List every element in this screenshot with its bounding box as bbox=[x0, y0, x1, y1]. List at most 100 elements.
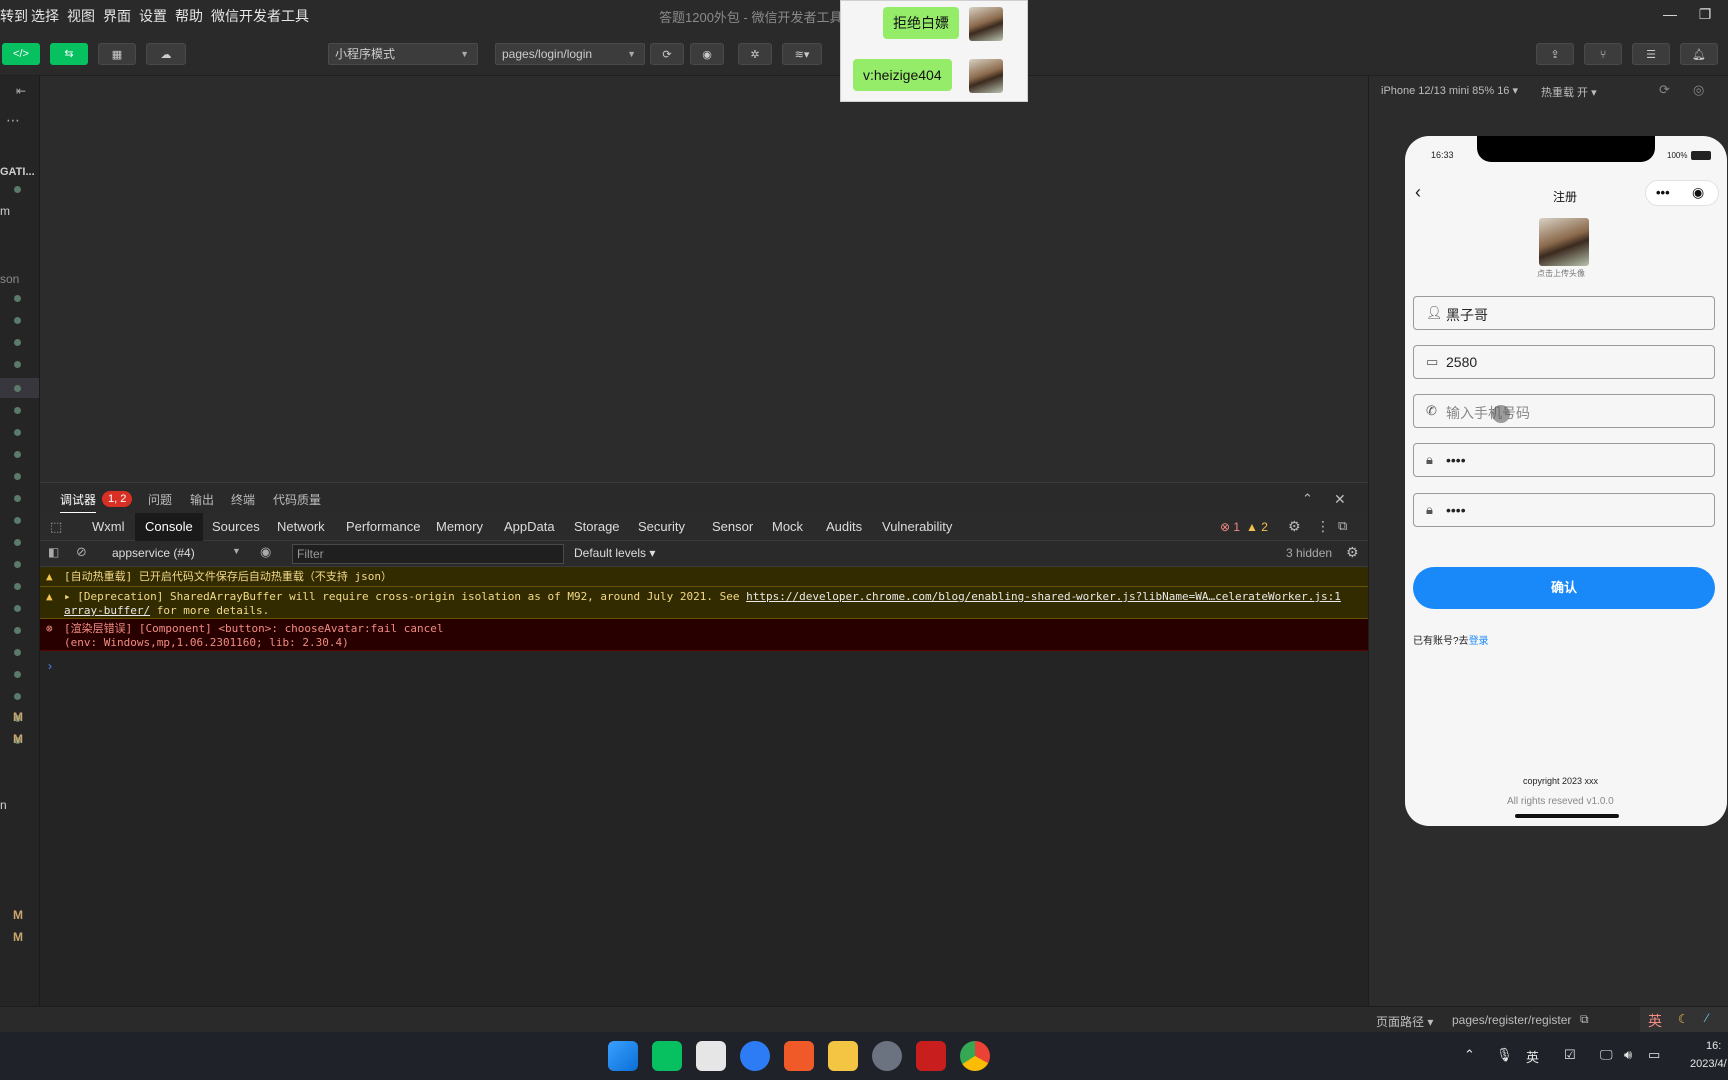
debug-button[interactable]: ✲ bbox=[738, 43, 772, 65]
collapse-sidebar-icon[interactable]: ⇤ bbox=[16, 84, 26, 98]
chat-app-icon[interactable] bbox=[696, 1041, 726, 1071]
minimize-icon[interactable]: — bbox=[1660, 4, 1680, 24]
refresh-button[interactable]: ⟳ bbox=[650, 43, 684, 65]
tab-sources[interactable]: Sources bbox=[202, 513, 270, 541]
menu-view[interactable]: 视图 bbox=[67, 6, 95, 26]
layout-button[interactable]: ▦ bbox=[98, 43, 136, 65]
chevron-up-icon[interactable]: ⌃ bbox=[1464, 1047, 1475, 1063]
more-dots-icon[interactable]: ••• bbox=[1656, 185, 1670, 200]
tab-audits[interactable]: Audits bbox=[816, 513, 872, 541]
hot-reload-toggle[interactable]: 热重载 开 ▾ bbox=[1541, 84, 1597, 100]
error-counter[interactable]: ⊗ 1 bbox=[1220, 520, 1240, 534]
cloud-button[interactable]: ☁ bbox=[146, 43, 186, 65]
back-arrow-icon[interactable]: ‹ bbox=[1415, 182, 1421, 203]
file-item-label[interactable]: son bbox=[0, 272, 19, 286]
kebab-menu-icon[interactable]: ⋮ bbox=[1316, 518, 1330, 535]
menu-help[interactable]: 帮助 bbox=[175, 6, 203, 26]
source-link[interactable]: worker.js?libName=WA…celerateWorker.js:1 bbox=[1076, 590, 1341, 604]
inspect-element-icon[interactable]: ⬚ bbox=[40, 513, 72, 541]
details-button[interactable]: ☰ bbox=[1632, 43, 1670, 65]
eye-icon[interactable]: ◉ bbox=[260, 544, 271, 560]
clock-time[interactable]: 16: bbox=[1706, 1040, 1721, 1052]
more-icon[interactable]: ⋯ bbox=[6, 112, 20, 129]
confirm-password-field[interactable]: 🔒︎ •••• bbox=[1413, 493, 1715, 527]
account-field[interactable]: ▭ 2580 bbox=[1413, 345, 1715, 379]
record-icon[interactable]: ◎ bbox=[1693, 82, 1704, 98]
code-toggle-button[interactable]: </> bbox=[2, 43, 40, 65]
page-path-label[interactable]: 页面路径 ▾ bbox=[1376, 1013, 1433, 1030]
battery-icon[interactable]: ▭ bbox=[1648, 1047, 1660, 1063]
office-icon[interactable] bbox=[784, 1041, 814, 1071]
tab-network[interactable]: Network bbox=[267, 513, 335, 541]
section-label[interactable]: GATI... bbox=[0, 166, 35, 178]
capsule-menu[interactable]: ••• ◉ bbox=[1645, 180, 1719, 206]
tab-memory[interactable]: Memory bbox=[426, 513, 493, 541]
tab-appdata[interactable]: AppData bbox=[494, 513, 565, 541]
swap-toggle-button[interactable]: ⇆ bbox=[50, 43, 88, 65]
mode-select[interactable]: 小程序模式 ▼ bbox=[328, 43, 478, 65]
console-warning-row[interactable]: ▲ [自动热重载] 已开启代码文件保存后自动热重载（不支持 json） bbox=[40, 567, 1368, 587]
feather-icon[interactable]: ⁄ bbox=[1706, 1011, 1708, 1025]
layers-button[interactable]: ≋▾ bbox=[782, 43, 822, 65]
chevron-down-icon[interactable]: ▼ bbox=[232, 546, 241, 556]
close-miniprogram-icon[interactable]: ◉ bbox=[1692, 184, 1704, 201]
tab-security[interactable]: Security bbox=[628, 513, 695, 541]
wechat-icon[interactable] bbox=[652, 1041, 682, 1071]
filter-input[interactable]: Filter bbox=[292, 544, 564, 564]
tab-code-quality[interactable]: 代码质量 bbox=[273, 491, 321, 508]
editor-area[interactable] bbox=[40, 76, 1368, 482]
phone-field[interactable]: ✆ 输入手机号码 bbox=[1413, 394, 1715, 428]
clock-date[interactable]: 2023/4/ bbox=[1690, 1058, 1727, 1070]
taskbar-ime[interactable]: 英 bbox=[1526, 1047, 1539, 1066]
gear-icon[interactable]: ⚙ bbox=[1346, 544, 1359, 561]
file-item-label[interactable]: m bbox=[0, 204, 10, 218]
restore-icon[interactable]: ❐ bbox=[1695, 4, 1715, 24]
file-item-label[interactable]: n bbox=[0, 798, 7, 812]
log-link[interactable]: array-buffer/ bbox=[64, 604, 150, 617]
menu-settings[interactable]: 设置 bbox=[139, 6, 167, 26]
console-error-row[interactable]: ⊗ [渲染层错误] [Component] <button>: chooseAv… bbox=[40, 619, 1368, 651]
folder-icon[interactable] bbox=[828, 1041, 858, 1071]
nickname-field[interactable]: 👤︎ 黑子哥 bbox=[1413, 296, 1715, 330]
tab-terminal[interactable]: 终端 bbox=[231, 491, 255, 508]
tab-wxml[interactable]: Wxml bbox=[82, 513, 135, 541]
gear-icon[interactable]: ⚙ bbox=[1288, 518, 1301, 535]
branch-button[interactable]: ⑂ bbox=[1584, 43, 1622, 65]
tab-performance[interactable]: Performance bbox=[336, 513, 430, 541]
tab-problems[interactable]: 问题 bbox=[148, 491, 172, 508]
moon-icon[interactable]: ☾ bbox=[1678, 1012, 1689, 1026]
login-link[interactable]: 登录 bbox=[1469, 636, 1489, 647]
tab-console[interactable]: Console bbox=[135, 513, 203, 541]
password-field[interactable]: 🔒︎ •••• bbox=[1413, 443, 1715, 477]
undock-icon[interactable]: ⧉ bbox=[1338, 518, 1347, 534]
tab-mock[interactable]: Mock bbox=[762, 513, 813, 541]
tab-storage[interactable]: Storage bbox=[564, 513, 630, 541]
chrome-icon[interactable] bbox=[960, 1041, 990, 1071]
ime-indicator[interactable]: 英 bbox=[1648, 1011, 1662, 1031]
close-icon[interactable]: ✕ bbox=[1334, 491, 1346, 508]
log-levels-select[interactable]: Default levels ▾ bbox=[574, 546, 655, 560]
log-link[interactable]: https://developer.chrome.com/blog/enabli… bbox=[746, 590, 1077, 603]
sidebar-toggle-icon[interactable]: ◧ bbox=[48, 545, 59, 559]
menu-interface[interactable]: 界面 bbox=[103, 6, 131, 26]
tab-vulnerability[interactable]: Vulnerability bbox=[872, 513, 962, 541]
rotate-icon[interactable]: ⟳ bbox=[1659, 82, 1670, 98]
context-select[interactable]: appservice (#4) bbox=[112, 546, 195, 560]
menu-devtools[interactable]: 微信开发者工具 bbox=[211, 6, 309, 26]
confirm-button[interactable]: 确认 bbox=[1413, 567, 1715, 609]
tab-debugger[interactable]: 调试器 bbox=[60, 491, 97, 514]
tab-sensor[interactable]: Sensor bbox=[702, 513, 763, 541]
settings-icon[interactable] bbox=[872, 1041, 902, 1071]
network-icon[interactable]: 🖵︎ bbox=[1600, 1047, 1613, 1063]
menu-goto[interactable]: 转到 bbox=[0, 6, 28, 26]
checkbox-icon[interactable]: ☑ bbox=[1564, 1047, 1576, 1063]
kuaiya-icon[interactable] bbox=[740, 1041, 770, 1071]
page-path-select[interactable]: pages/login/login ▼ bbox=[495, 43, 645, 65]
recorder-icon[interactable] bbox=[916, 1041, 946, 1071]
copy-icon[interactable]: ⧉ bbox=[1580, 1012, 1589, 1027]
console-prompt-icon[interactable]: › bbox=[48, 659, 52, 673]
microphone-icon[interactable]: 🎙︎ bbox=[1496, 1047, 1513, 1063]
chevron-up-icon[interactable]: ⌃ bbox=[1302, 491, 1313, 507]
console-warning-row[interactable]: ▲ ▸ [Deprecation] SharedArrayBuffer will… bbox=[40, 587, 1368, 619]
windows-start-icon[interactable] bbox=[608, 1041, 638, 1071]
